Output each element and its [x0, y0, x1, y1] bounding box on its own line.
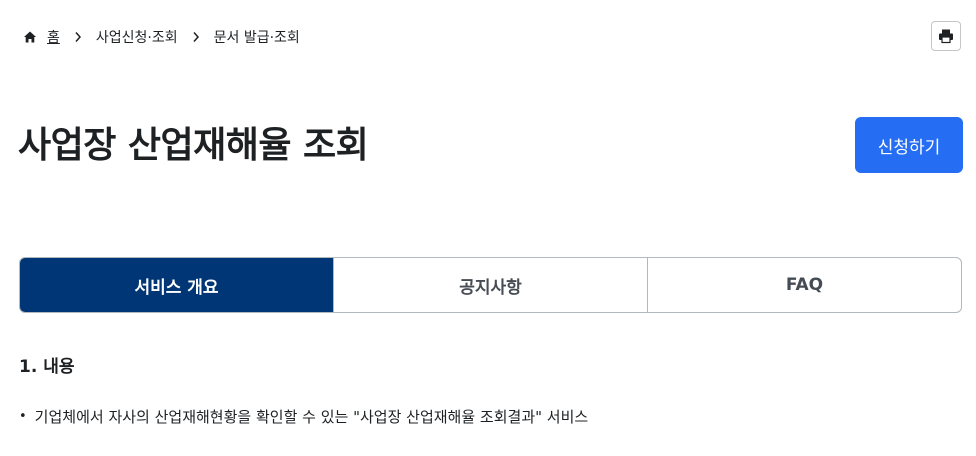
printer-icon: [938, 28, 954, 44]
bullet-icon: •: [19, 409, 27, 424]
tab-list: 서비스 개요 공지사항 FAQ: [19, 257, 962, 313]
list-item: • 기업체에서 자사의 산업재해현황을 확인할 수 있는 "사업장 산업재해율 …: [19, 405, 588, 429]
breadcrumb-home-label[interactable]: 홈: [47, 27, 60, 47]
chevron-right-icon: [192, 31, 200, 43]
tab-faq[interactable]: FAQ: [647, 258, 961, 312]
tab-service-overview[interactable]: 서비스 개요: [20, 258, 333, 312]
breadcrumb: 홈 사업신청·조회 문서 발급·조회: [23, 26, 300, 48]
breadcrumb-home[interactable]: 홈: [23, 27, 60, 47]
tab-notices[interactable]: 공지사항: [333, 258, 647, 312]
list-item-text: 기업체에서 자사의 산업재해현황을 확인할 수 있는 "사업장 산업재해율 조회…: [34, 408, 589, 426]
breadcrumb-item-business[interactable]: 사업신청·조회: [96, 27, 178, 47]
home-icon: [23, 30, 37, 44]
section-heading: 1. 내용: [19, 357, 75, 377]
breadcrumb-item-documents[interactable]: 문서 발급·조회: [214, 27, 300, 47]
chevron-right-icon: [74, 31, 82, 43]
page-title: 사업장 산업재해율 조회: [18, 125, 369, 166]
print-button[interactable]: [931, 21, 961, 51]
apply-button[interactable]: 신청하기: [855, 117, 963, 173]
